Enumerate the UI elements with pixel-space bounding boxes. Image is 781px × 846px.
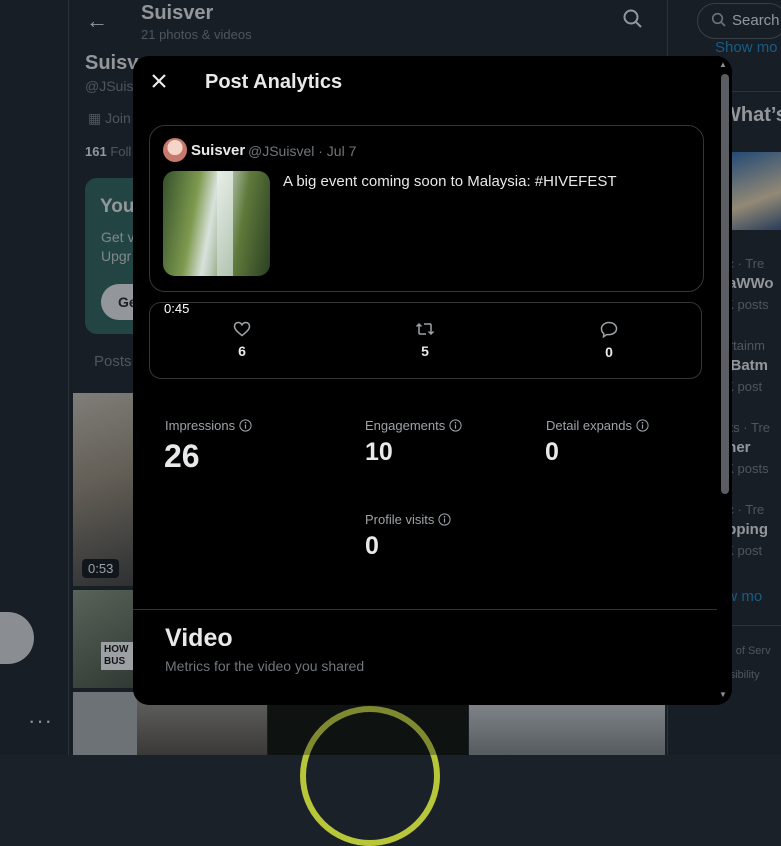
replies-count: 0: [605, 344, 613, 360]
video-thumbnail[interactable]: [163, 171, 270, 276]
engagements-value: 10: [365, 438, 393, 466]
likes-count: 6: [238, 343, 246, 359]
close-icon[interactable]: [148, 70, 170, 92]
modal-title: Post Analytics: [205, 71, 343, 93]
impressions-value: 26: [164, 438, 200, 474]
info-icon[interactable]: [239, 419, 252, 432]
profile-visits-label: Profile visits: [365, 512, 451, 527]
avatar[interactable]: [163, 138, 187, 162]
engagement-stats: 6 5 0: [149, 302, 702, 379]
scroll-down-icon[interactable]: ▼: [719, 690, 727, 699]
impressions-label: Impressions: [165, 418, 252, 433]
engagements-label: Engagements: [365, 418, 462, 433]
info-icon[interactable]: [449, 419, 462, 432]
reply-icon: [600, 321, 618, 338]
post-author[interactable]: Suisver: [191, 142, 245, 159]
heart-icon: [233, 321, 251, 337]
video-section-subtitle: Metrics for the video you shared: [165, 658, 365, 674]
post-text: A big event coming soon to Malaysia: #HI…: [283, 173, 617, 190]
detail-expands-label: Detail expands: [546, 418, 649, 433]
info-icon[interactable]: [438, 513, 451, 526]
scrollbar-thumb[interactable]: [721, 74, 729, 494]
info-icon[interactable]: [636, 419, 649, 432]
reposts-count: 5: [421, 343, 429, 359]
divider: [133, 609, 718, 610]
detail-expands-value: 0: [545, 438, 559, 466]
replies-stat: 0: [589, 321, 629, 360]
waterfall-graphic: [217, 171, 233, 276]
post-handle-date: @JSuisvel · Jul 7: [248, 143, 357, 159]
scroll-up-icon[interactable]: ▲: [719, 60, 727, 69]
repost-icon: [415, 322, 435, 336]
post-card[interactable]: Suisver @JSuisvel · Jul 7 A big event co…: [149, 125, 704, 292]
post-analytics-modal: Post Analytics Suisver @JSuisvel · Jul 7…: [133, 56, 732, 705]
video-section-title: Video: [165, 624, 233, 652]
profile-visits-value: 0: [365, 532, 379, 560]
reposts-stat: 5: [405, 321, 445, 359]
likes-stat: 6: [222, 321, 262, 359]
